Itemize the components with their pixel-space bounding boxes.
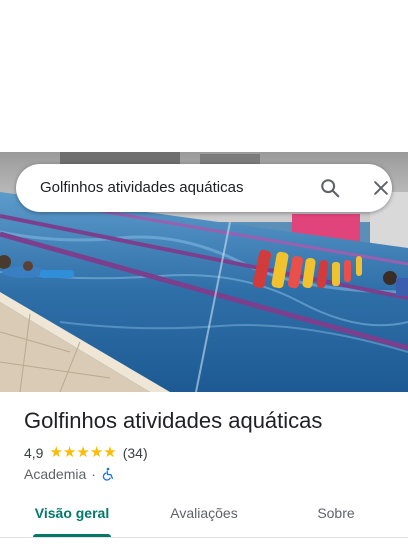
search-input[interactable]: Golfinhos atividades aquáticas: [40, 164, 243, 212]
star-icon: ★: [89, 444, 104, 461]
review-count[interactable]: (34): [123, 445, 148, 461]
star-rating: ★ ★ ★ ★ ★: [49, 445, 116, 461]
search-icon[interactable]: [316, 174, 344, 202]
tab-sobre[interactable]: Sobre: [296, 490, 376, 538]
rating-value: 4,9: [24, 445, 44, 461]
star-icon: ★: [49, 444, 63, 461]
active-tab-indicator: [33, 534, 111, 537]
search-bar[interactable]: Golfinhos atividades aquáticas: [16, 164, 392, 212]
place-name: Golfinhos atividades aquáticas: [24, 408, 323, 433]
star-icon: ★: [103, 444, 117, 461]
separator-dot: ·: [91, 466, 96, 482]
close-icon[interactable]: [367, 174, 395, 202]
map-blank-area: [0, 0, 408, 152]
rating-row[interactable]: 4,9 ★ ★ ★ ★ ★ (34): [24, 444, 148, 462]
wheelchair-icon: [101, 467, 115, 481]
star-icon: ★: [76, 444, 90, 461]
category-label: Academia: [24, 466, 87, 482]
place-tabs: Visão geral Avaliações Sobre: [0, 490, 408, 538]
star-icon: ★: [62, 444, 77, 461]
tab-visao-geral[interactable]: Visão geral: [24, 490, 120, 538]
tab-avaliacoes[interactable]: Avaliações: [150, 490, 258, 538]
category-row: Academia ·: [24, 465, 115, 483]
